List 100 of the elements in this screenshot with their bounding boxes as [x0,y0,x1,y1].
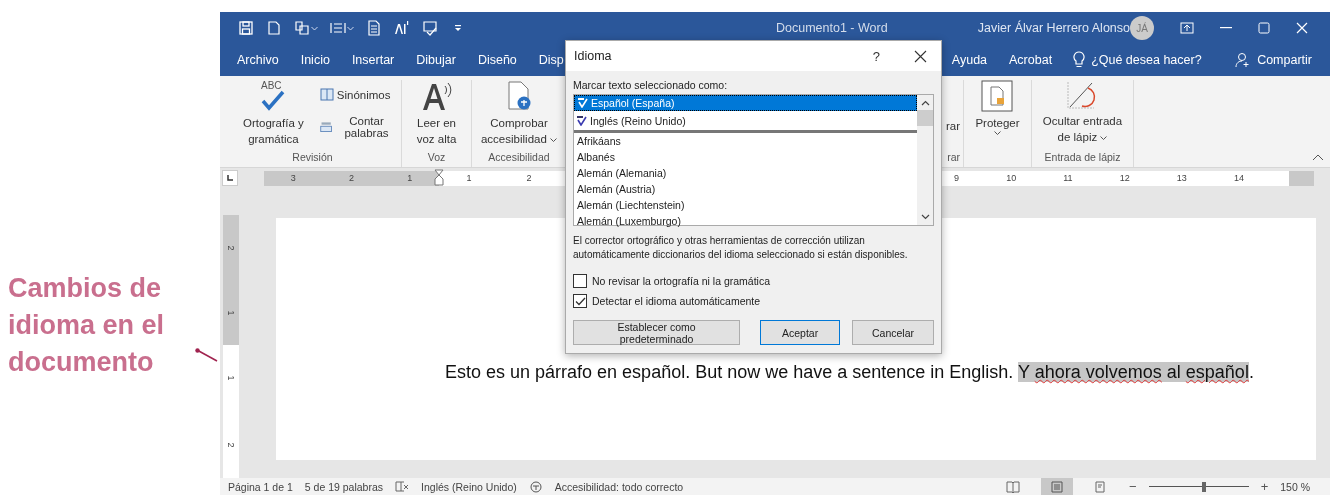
lightbulb-icon[interactable] [1073,51,1086,69]
accessibility-icon[interactable] [528,480,543,493]
scrollbar[interactable] [917,95,933,225]
save-icon[interactable] [238,20,254,36]
tab-selector[interactable] [222,170,238,186]
scroll-up-icon[interactable] [920,100,930,106]
annotation-text: Cambios de idioma en el documento [7,272,166,379]
proofing-icon[interactable] [395,481,410,492]
ruler-number: 1 [466,173,472,183]
ribbon-tab[interactable]: Inicio [289,44,341,76]
ruler-number: 2 [226,245,236,250]
book-icon [1006,480,1021,493]
ruler-number: 12 [1119,173,1130,183]
ruler-number: 9 [954,173,959,183]
language-item[interactable]: Alemán (Liechtenstein) [574,197,917,213]
ruler-number: 14 [1233,173,1244,183]
close-icon[interactable] [914,49,927,63]
ruler-number: 2 [526,173,532,183]
group-label: Revisión [291,151,334,165]
ribbon-tab[interactable]: Insertar [340,44,406,76]
cancel-button[interactable]: Cancelar [852,320,934,345]
ruler-number: 1 [407,173,413,183]
protect-button[interactable]: Proteger [973,80,1022,135]
counter-icon [319,120,333,134]
ruler-number: 2 [349,173,354,183]
scroll-down-icon[interactable] [920,214,930,220]
word-count-button[interactable]: Contar palabras [319,115,398,139]
accessibility-check-icon [505,80,533,112]
ribbon-tab[interactable]: Dibujar [405,44,467,76]
checkbox-label[interactable]: No revisar la ortografía ni la gramática [592,275,770,287]
minimize-icon[interactable] [1220,27,1232,29]
word-count[interactable]: 5 de 19 palabras [304,480,384,493]
group-label: rar [947,151,960,163]
page-icon [1050,480,1065,493]
zoom-in-button[interactable]: + [1260,479,1269,494]
language-item[interactable]: Alemán (Alemania) [574,165,917,181]
ruler-number: 10 [1006,173,1017,183]
user-name: Javier Álvar Herrero Alonso [977,21,1130,35]
spell-check-icon [578,98,588,108]
ribbon-display-icon[interactable] [1180,22,1194,34]
ribbon-tab[interactable]: Ayuda [940,44,999,76]
window-title: Documento1 - Word [775,21,889,35]
lock-document-icon [981,80,1014,112]
description-text: El corrector ortográfico y otras herramientas de corrección utilizan automáticamente diccionarios del idioma seleccionado si están disponibles. [573,234,909,262]
zoom-level[interactable]: 150 % [1280,480,1310,493]
checkbox[interactable] [573,274,587,288]
check-document-icon[interactable] [422,20,438,36]
accept-button[interactable]: Aceptar [760,320,841,345]
help-button[interactable]: ? [866,47,886,65]
language-item[interactable]: Albanés [574,149,917,165]
ruler-number: 1 [226,310,236,315]
dialog-title: Idioma [574,49,612,63]
read-aloud-button[interactable]: Leer en voz alta [405,80,468,147]
person-add-icon[interactable] [1235,52,1252,68]
language-list[interactable]: Español (España) Inglés (Reino Unido) Afrikáans Albanés Alemán (Alemania) Alemán (Austria) Alemán (Liechtenstein) Alemán (Luxemburgo) [573,94,934,226]
page-count[interactable]: Página 1 de 1 [228,480,293,493]
language-status[interactable]: Inglés (Reino Unido) [421,480,517,493]
language-item[interactable]: Afrikáans [574,133,917,149]
ruler-number: 11 [1063,173,1073,183]
hide-ink-button[interactable]: Ocultar entrada de lápiz [1035,80,1130,145]
document-paragraph: Esto es un párrafo en español. But now we have a sentence in English. Y ahora volvemos al español. [445,361,1255,384]
ruler-number: 13 [1176,173,1187,183]
accessibility-status[interactable]: Accesibilidad: todo correcto [554,480,684,493]
superscript-icon[interactable] [394,20,410,36]
checkbox[interactable] [573,294,587,308]
collapse-ribbon-icon[interactable] [1312,154,1324,161]
language-item[interactable]: Inglés (Reino Unido) [574,111,917,133]
ribbon-tab[interactable]: Acrobat [998,44,1064,76]
language-item[interactable]: Alemán (Luxemburgo) [574,213,917,229]
tell-me-search[interactable]: ¿Qué desea hacer? [1085,53,1208,67]
language-item[interactable]: Español (España) [574,95,917,111]
print-layout-button[interactable] [1041,478,1074,495]
indent-marker-icon[interactable] [434,169,444,187]
tab-stop-icon [226,174,234,182]
checkbox-label[interactable]: Detectar el idioma automáticamente [592,295,761,307]
compare-button[interactable]: rar [945,120,960,132]
language-item[interactable]: Alemán (Austria) [574,181,917,197]
spelling-button[interactable]: ABC Ortografía y gramática [227,80,320,147]
caret-icon[interactable] [994,131,1001,135]
zoom-out-button[interactable]: − [1129,479,1137,494]
ribbon-tab[interactable]: Disp [527,44,575,76]
caret-icon[interactable] [1100,135,1108,140]
pointer-arrow [195,348,219,362]
document-icon[interactable] [366,20,382,36]
caret-icon[interactable] [550,137,557,142]
set-default-button[interactable]: Establecer como predeterminado [573,320,741,345]
group-label: Entrada de lápiz [1043,151,1122,165]
check-accessibility-button[interactable]: Comprobar accesibilidad [475,80,563,147]
scroll-thumb[interactable] [917,110,933,126]
ribbon-tab[interactable]: Diseño [466,44,528,76]
maximize-icon[interactable] [1258,22,1270,34]
copy-icon[interactable] [294,20,318,36]
thesaurus-button[interactable]: Sinónimos [319,88,398,101]
share-button[interactable]: Compartir [1251,53,1312,67]
list-label: Marcar texto seleccionado como: [573,79,729,91]
spacing-icon[interactable] [330,20,354,36]
document-icon[interactable] [266,20,282,36]
book-icon [319,88,334,101]
ribbon-tab[interactable]: Archivo [226,44,290,76]
group-label: Voz [426,151,447,165]
